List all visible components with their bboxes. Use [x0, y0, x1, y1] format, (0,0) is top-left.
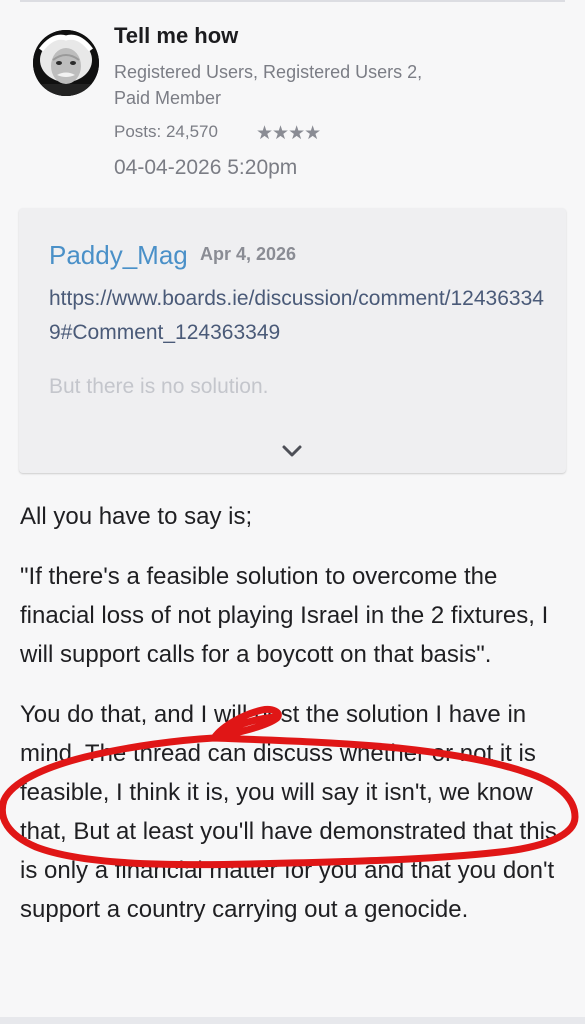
post-timestamp[interactable]: 04-04-2026 5:20pm	[114, 156, 297, 180]
quote-date: Apr 4, 2026	[200, 244, 297, 264]
portrait-avatar-icon[interactable]	[33, 30, 99, 96]
bottom-divider	[0, 1017, 585, 1024]
quote-author-link[interactable]: Paddy_Mag	[49, 240, 188, 271]
avatar-image	[33, 30, 99, 96]
chevron-down-icon[interactable]	[277, 436, 307, 466]
post-paragraph: All you have to say is;	[20, 503, 253, 530]
divider	[20, 0, 565, 2]
post-count: Posts: 24,570	[114, 122, 218, 141]
quote-url-link[interactable]: https://www.boards.ie/discussion/comment…	[49, 282, 549, 350]
post-page: Tell me how Registered Users, Registered…	[0, 0, 585, 1024]
post-paragraph: "If there's a feasible solution to overc…	[20, 563, 549, 668]
quote-body-text: But there is no solution.	[49, 375, 269, 398]
post-paragraph: You do that, and I will post the solutio…	[20, 701, 557, 923]
author-roles: Registered Users, Registered Users 2, Pa…	[114, 62, 423, 108]
quote-block: Paddy_Mag Apr 4, 2026 https://www.boards…	[19, 208, 566, 473]
post-body: All you have to say is; "If there's a fe…	[20, 497, 568, 950]
author-name[interactable]: Tell me how	[114, 23, 238, 49]
rank-stars: ★★★★	[256, 123, 321, 144]
